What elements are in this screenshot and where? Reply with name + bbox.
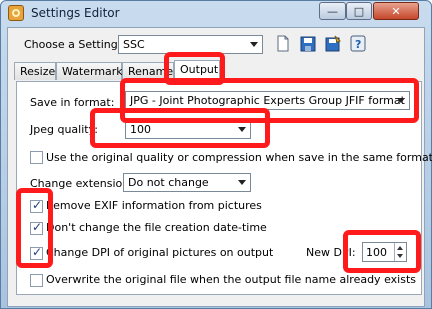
choose-settings-label: Choose a Settings: (24, 38, 128, 51)
new-dpi-value: 100 (366, 246, 387, 259)
title-bar[interactable]: Settings Editor — □ ✕ (1, 1, 431, 27)
new-icon[interactable] (275, 35, 291, 52)
save-format-dropdown[interactable]: JPG - Joint Photographic Experts Group J… (125, 91, 410, 110)
tab-output[interactable]: Output (174, 60, 220, 80)
choose-settings-dropdown[interactable]: SSC (118, 35, 263, 54)
window-title: Settings Editor (31, 6, 120, 20)
change-extension-dropdown[interactable]: Do not change (123, 173, 251, 192)
remove-exif-checkbox[interactable] (30, 198, 43, 213)
arrow-up-icon[interactable] (397, 246, 403, 250)
maximize-button[interactable]: □ (346, 2, 372, 20)
app-icon (8, 5, 24, 21)
save-format-value: JPG - Joint Photographic Experts Group J… (130, 94, 405, 107)
minimize-button[interactable]: — (319, 2, 346, 20)
arrow-down-icon[interactable] (397, 254, 403, 258)
change-extension-label: Change extension: (30, 177, 133, 190)
svg-text:?: ? (355, 38, 361, 51)
change-dpi-checkbox[interactable] (30, 245, 43, 260)
chevron-down-icon (397, 98, 405, 103)
chevron-down-icon (238, 180, 246, 185)
remove-exif-label: Remove EXIF information from pictures (46, 199, 262, 212)
use-original-quality-checkbox[interactable] (30, 151, 43, 164)
tab-watermark[interactable]: Watermark (56, 62, 123, 80)
new-dpi-label: New DPI: (306, 246, 356, 259)
tab-rename[interactable]: Rename (122, 62, 174, 80)
help-icon[interactable]: ? (350, 35, 366, 52)
chevron-down-icon (250, 42, 258, 47)
change-dpi-label: Change DPI of original pictures on outpu… (46, 246, 274, 259)
overwrite-label: Overwrite the original file when the out… (46, 273, 416, 286)
save-format-label: Save in format: (30, 96, 115, 109)
keep-date-checkbox[interactable] (30, 220, 43, 235)
save-icon[interactable] (300, 35, 316, 52)
change-extension-value: Do not change (128, 176, 209, 189)
close-button[interactable]: ✕ (373, 2, 419, 20)
overwrite-checkbox[interactable] (30, 274, 43, 287)
choose-settings-value: SSC (123, 38, 145, 51)
chevron-down-icon (238, 127, 246, 132)
new-dpi-stepper[interactable]: 100 (362, 242, 407, 262)
tab-resize[interactable]: Resize (14, 62, 56, 80)
jpeg-quality-label: Jpeg quality: (30, 123, 99, 136)
stepper-buttons[interactable] (394, 243, 406, 261)
jpeg-quality-value: 100 (130, 123, 151, 136)
keep-date-label: Don't change the file creation date-time (46, 221, 267, 234)
use-original-quality-label: Use the original quality or compression … (46, 151, 432, 164)
jpeg-quality-dropdown[interactable]: 100 (125, 120, 251, 139)
save-as-icon[interactable] (325, 35, 341, 52)
